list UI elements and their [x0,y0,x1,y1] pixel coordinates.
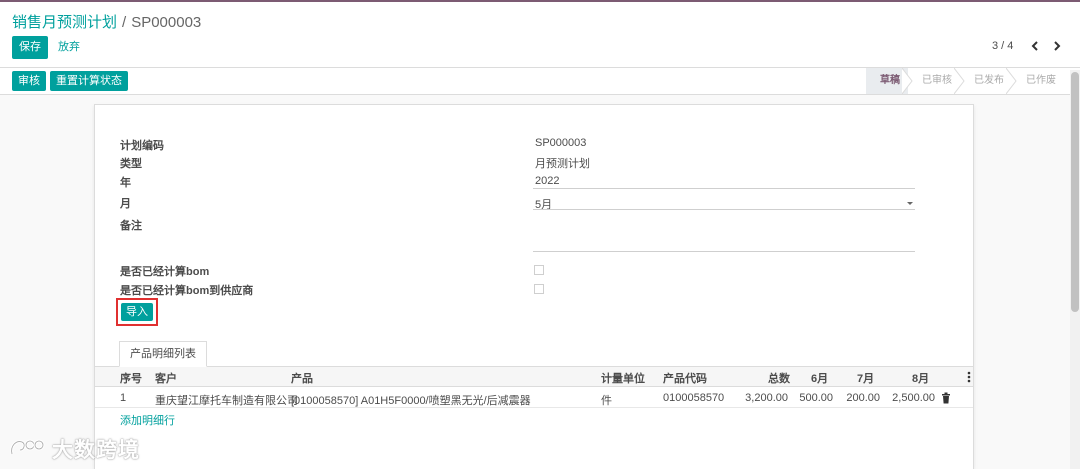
stage-published[interactable]: 已发布 [960,68,1017,94]
row-divider [95,407,973,408]
stage-label: 已审核 [922,75,952,86]
table-header: 序号 客户 产品 计量单位 产品代码 总数 6月 7月 8月 [95,367,973,387]
plan-code-value: SP000003 [535,137,587,149]
cell-june: 500.00 [799,392,833,404]
cell-uom: 件 [601,395,612,407]
month-field-underline [533,209,915,210]
watermark: 大数跨境 [8,434,140,464]
breadcrumb: 销售月预测计划 / SP000003 [12,11,201,32]
column-header-seq[interactable]: 序号 [120,370,142,386]
form-sheet: 计划编码 SP000003 类型 月预测计划 年 2022 月 5月 备注 是否… [94,104,974,469]
column-header-product[interactable]: 产品 [291,370,313,386]
type-label: 类型 [120,158,142,170]
cell-customer: 重庆望江摩托车制造有限公司 [155,395,298,407]
year-field[interactable]: 2022 [535,175,559,187]
bom-calculated-checkbox[interactable] [534,265,544,275]
tab-product-details[interactable]: 产品明细列表 [119,341,207,367]
month-label: 月 [120,198,131,210]
column-options-icon[interactable] [967,371,971,383]
stage-label: 已发布 [974,75,1004,86]
cell-code: 0100058570 [663,392,725,404]
bom-supplier-checkbox[interactable] [534,284,544,294]
save-button[interactable]: 保存 [12,36,48,59]
stage-arrow-icon [1006,68,1017,94]
breadcrumb-current: SP000003 [131,14,202,31]
breadcrumb-parent-link[interactable]: 销售月预测计划 [12,14,117,31]
cell-seq: 1 [120,392,127,404]
watermark-logo-icon [10,439,45,455]
column-header-total[interactable]: 总数 [768,370,790,386]
chevron-right-icon[interactable] [1050,39,1064,53]
stage-voided[interactable]: 已作废 [1012,68,1064,94]
stage-draft[interactable]: 草稿 [866,68,913,94]
stage-arrow-icon [954,68,965,94]
reset-calc-status-button[interactable]: 重置计算状态 [50,71,128,91]
column-header-customer[interactable]: 客户 [155,370,177,386]
stage-label: 草稿 [880,75,900,86]
pager-value[interactable]: 3 / 4 [992,40,1013,52]
dropdown-caret-icon[interactable] [907,202,913,205]
discard-button[interactable]: 放弃 [58,36,80,59]
control-panel: 销售月预测计划 / SP000003 保存 放弃 3 / 4 [0,2,1080,68]
type-value: 月预测计划 [535,158,590,170]
scrollbar-thumb[interactable] [1071,72,1079,312]
trash-icon[interactable] [941,392,951,404]
column-header-july[interactable]: 7月 [857,370,874,386]
stage-approved[interactable]: 已审核 [908,68,965,94]
cell-product: [0100058570] A01H5F0000/喷塑黑无光/后减震器 [291,395,531,407]
plan-code-label: 计划编码 [120,140,164,152]
watermark-text: 大数跨境 [52,439,140,462]
import-highlight: 导入 [116,298,158,326]
cell-total: 3,200.00 [745,392,788,404]
import-button[interactable]: 导入 [121,303,153,321]
note-field-underline [533,251,915,252]
bom-calculated-label: 是否已经计算bom [120,266,210,278]
cell-july: 200.00 [846,392,880,404]
bom-supplier-label: 是否已经计算bom到供应商 [120,285,254,297]
stage-label: 已作废 [1026,75,1056,86]
year-label: 年 [120,177,131,189]
add-line-link[interactable]: 添加明细行 [120,412,175,428]
audit-button[interactable]: 审核 [12,71,46,91]
column-header-june[interactable]: 6月 [811,370,828,386]
year-field-underline [533,188,915,189]
breadcrumb-separator: / [122,14,127,31]
column-header-uom[interactable]: 计量单位 [601,370,645,386]
note-label: 备注 [120,220,142,232]
column-header-august[interactable]: 8月 [912,370,929,386]
chevron-left-icon[interactable] [1028,39,1042,53]
stage-arrow-icon [902,68,913,94]
column-header-code[interactable]: 产品代码 [663,370,707,386]
status-bar: 审核 重置计算状态 草稿 已审核 已发布 已作废 [0,68,1080,95]
cell-august: 2,500.00 [892,392,935,404]
stage-pipeline: 草稿 已审核 已发布 已作废 [866,68,1064,94]
note-field[interactable] [535,217,915,249]
